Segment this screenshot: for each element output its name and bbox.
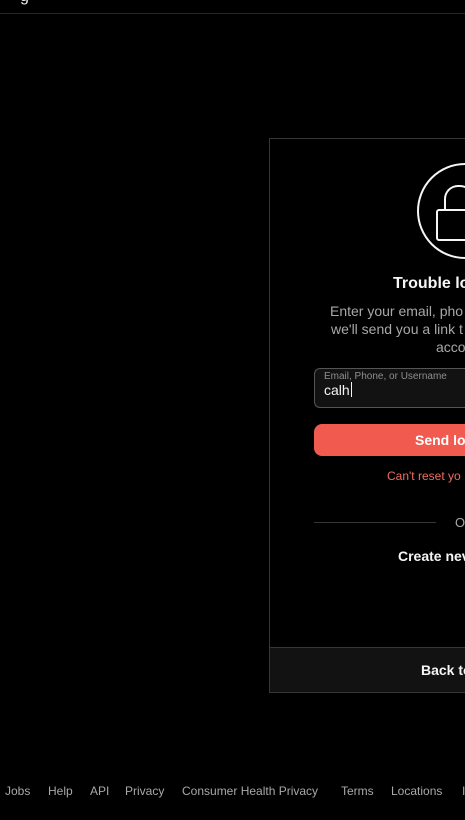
footer-link-jobs[interactable]: Jobs: [5, 782, 30, 800]
footer-link-help[interactable]: Help: [48, 782, 73, 800]
card-title: Trouble lo: [393, 275, 465, 292]
send-login-link-button[interactable]: Send lo: [314, 424, 465, 456]
text-cursor: [350, 382, 352, 397]
back-to-login-button[interactable]: Back to: [269, 647, 465, 693]
footer-link-privacy[interactable]: Privacy: [125, 782, 164, 800]
lock-shackle-icon: [444, 185, 465, 211]
password-reset-page: g Trouble lo Enter your email, pho we'll…: [0, 0, 465, 820]
top-navigation-bar: g: [0, 0, 465, 14]
description-line-1: Enter your email, pho: [330, 303, 464, 319]
or-divider-line: [314, 522, 436, 523]
lock-icon: [436, 209, 465, 241]
email-phone-username-field[interactable]: Email, Phone, or Username calh: [314, 368, 465, 408]
create-new-account-link[interactable]: Create nev: [398, 547, 465, 565]
email-phone-username-input[interactable]: calh: [324, 381, 352, 399]
cant-reset-password-link[interactable]: Can't reset yo: [387, 468, 461, 484]
password-reset-card: Trouble lo Enter your email, pho we'll s…: [269, 138, 465, 649]
partial-header-text: g: [20, 0, 50, 5]
lock-icon-circle: [417, 163, 465, 259]
footer-link-consumer-health-privacy[interactable]: Consumer Health Privacy: [182, 782, 318, 800]
footer-links: Jobs Help API Privacy Consumer Health Pr…: [0, 782, 465, 800]
send-login-link-label: Send lo: [415, 432, 465, 448]
description-line-2: we'll send you a link t: [331, 321, 463, 337]
footer-link-locations[interactable]: Locations: [391, 782, 442, 800]
back-to-login-label: Back to: [421, 662, 465, 678]
input-value: calh: [324, 382, 350, 398]
or-divider-text: O: [455, 515, 465, 530]
description-line-3: acco: [436, 339, 465, 355]
footer-link-terms[interactable]: Terms: [341, 782, 374, 800]
footer-link-api[interactable]: API: [90, 782, 109, 800]
